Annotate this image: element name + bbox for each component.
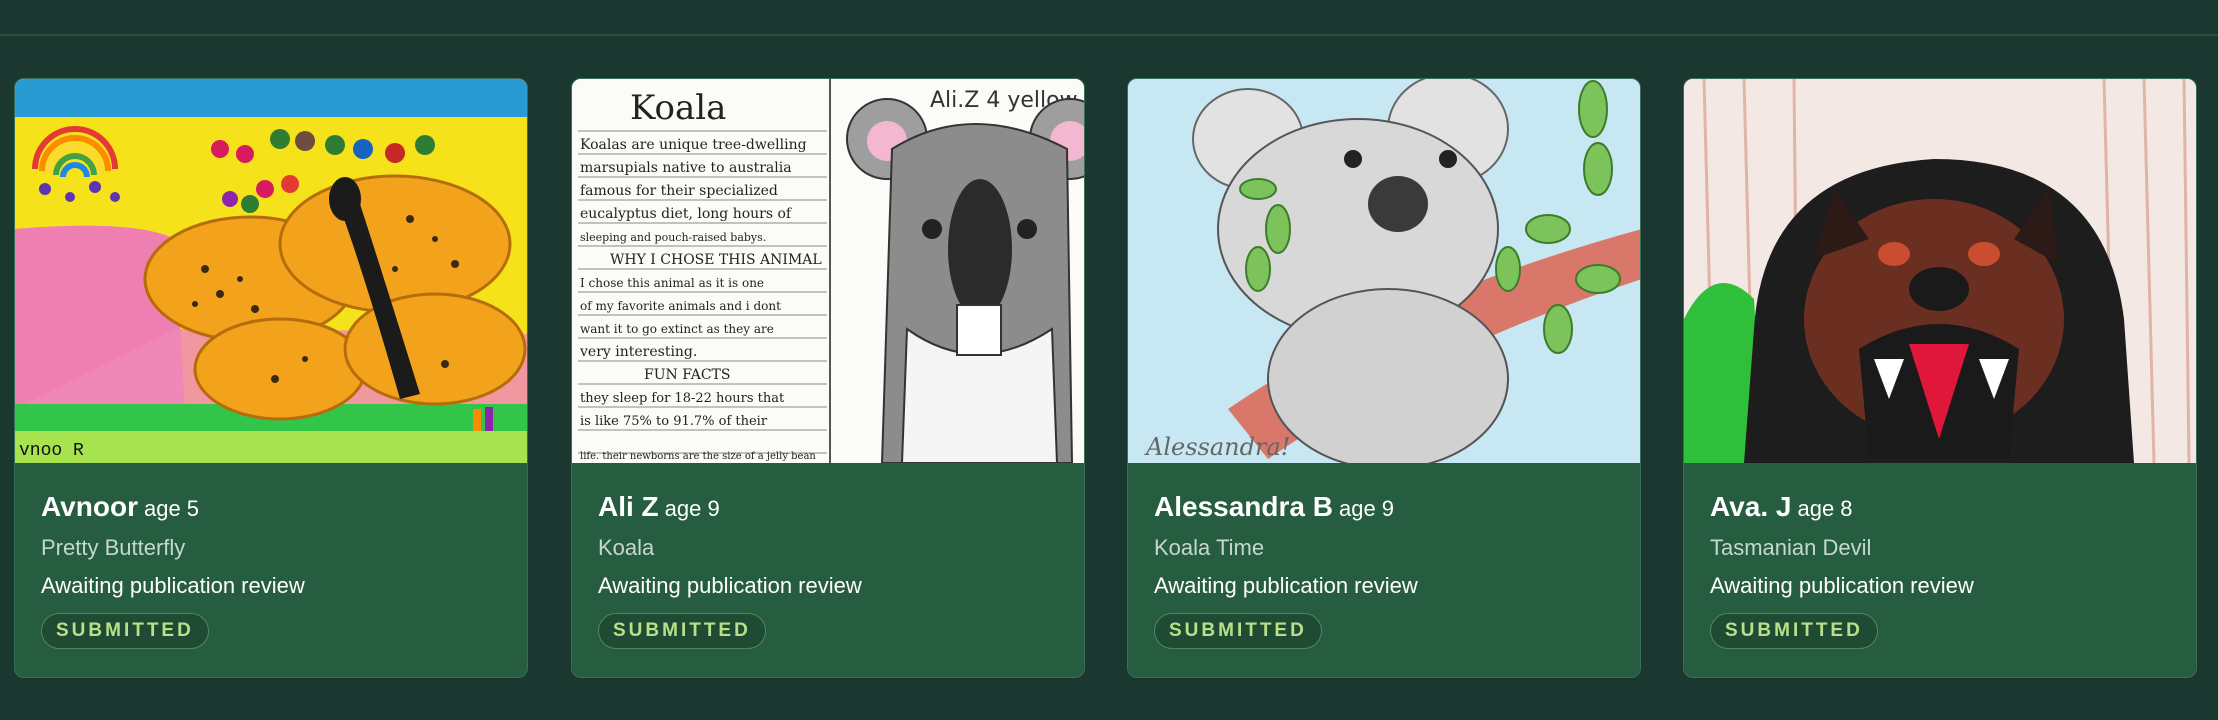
submission-card[interactable]: Alessandra! Alessandra Bage 9 Koala Time… [1127,78,1641,678]
artwork-tasmanian-devil[interactable] [1684,79,2197,463]
report-line: they sleep for 18-22 hours that [580,391,785,406]
artist-age: age 9 [1338,496,1395,521]
review-status: Awaiting publication review [598,573,862,598]
report-line: of my favorite animals and i dont [580,299,781,313]
submission-card[interactable]: vnoo R Avnoor age 5 Pretty Butterfly Awai… [14,78,528,678]
status-badge: SUBMITTED [1710,613,1878,649]
report-line: very interesting. [579,344,697,360]
report-line: marsupials native to australia [580,160,792,176]
artist-name: Ali Z [598,491,659,522]
submission-card[interactable]: Ava. Jage 8 Tasmanian Devil Awaiting pub… [1683,78,2197,678]
section-divider [0,34,2218,36]
artwork-butterfly[interactable]: vnoo R [15,79,528,463]
report-line: life. their newborns are the size of a j… [580,451,816,462]
artist-age: age 8 [1797,496,1853,521]
artwork-title: Pretty Butterfly [41,535,186,560]
card-info: Alessandra Bage 9 Koala Time Awaiting pu… [1128,463,1640,649]
artist-name: Ava. J [1710,491,1792,522]
report-line: want it to go extinct as they are [580,322,774,336]
card-info: Ali Zage 9 Koala Awaiting publication re… [572,463,1084,649]
report-line: Koalas are unique tree-dwelling [580,137,807,153]
submissions-grid: vnoo R Avnoor age 5 Pretty Butterfly Awai… [14,78,2204,680]
artist-name: Avnoor [41,491,138,522]
artwork-title: Koala Time [1154,535,1265,560]
artist-line: Ali Zage 9 [598,489,1058,525]
artwork-title: Koala [598,535,655,560]
card-info: Ava. Jage 8 Tasmanian Devil Awaiting pub… [1684,463,2196,649]
artwork-signature: Alessandra! [1144,433,1290,461]
report-line: sleeping and pouch-raised babys. [580,231,766,244]
review-status: Awaiting publication review [1710,573,1974,598]
artist-name: Alessandra B [1154,491,1333,522]
artwork-koala-report[interactable]: Koala Koalas are unique tree-dwelling ma… [572,79,1085,463]
status-badge: SUBMITTED [1154,613,1322,649]
report-heading: Koala [630,88,726,128]
artist-age: age 5 [143,496,200,521]
status-badge: SUBMITTED [598,613,766,649]
review-status: Awaiting publication review [41,573,305,598]
report-line: I chose this animal as it is one [580,276,764,290]
report-line: WHY I CHOSE THIS ANIMAL [610,252,822,268]
status-badge: SUBMITTED [41,613,209,649]
report-line: eucalyptus diet, long hours of [580,206,793,222]
submission-card[interactable]: Koala Koalas are unique tree-dwelling ma… [571,78,1085,678]
artist-line: Alessandra Bage 9 [1154,489,1614,525]
artist-line: Ava. Jage 8 [1710,489,2170,525]
artwork-title: Tasmanian Devil [1710,535,1872,560]
artist-age: age 9 [664,496,720,521]
report-line: famous for their specialized [580,183,778,199]
artwork-signature: vnoo R [19,441,84,461]
review-status: Awaiting publication review [1154,573,1418,598]
report-line: is like 75% to 91.7% of their [580,414,768,429]
card-info: Avnoor age 5 Pretty Butterfly Awaiting pu… [15,463,527,649]
report-line: FUN FACTS [644,367,730,383]
artwork-koala-time[interactable]: Alessandra! [1128,79,1641,463]
artist-line: Avnoor age 5 [41,489,501,525]
